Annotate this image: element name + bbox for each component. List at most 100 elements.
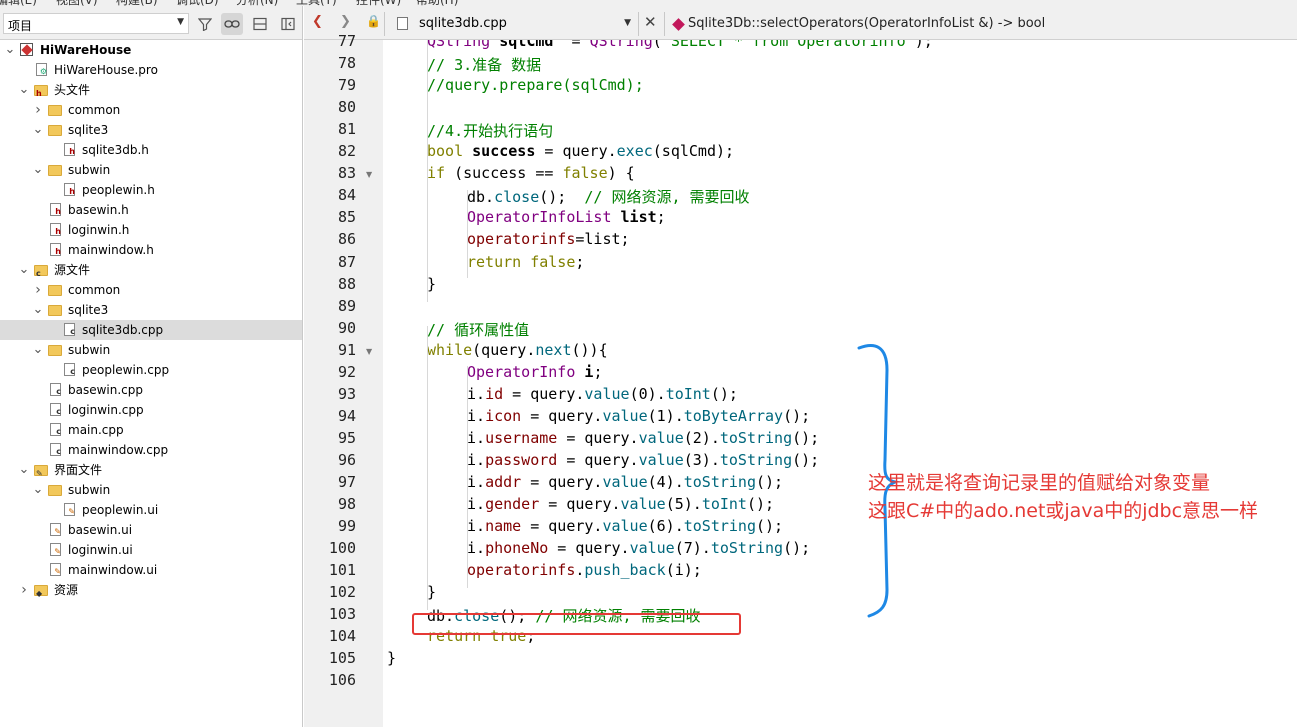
code-token: name [485,517,522,536]
split-icon[interactable] [249,13,271,35]
tree-item[interactable]: ⌄ subwin [0,160,302,180]
tree-item-label: main.cpp [68,423,124,437]
expand-arrow-icon[interactable]: ⌄ [32,160,44,180]
tree-item[interactable]: h loginwin.h [0,220,302,240]
expand-arrow-icon[interactable]: ⌄ [32,120,44,140]
code-token: (3). [683,450,720,469]
tree-item-label: 源文件 [54,263,91,277]
tree-item-label: sqlite3db.cpp [82,323,164,337]
tree-item[interactable]: ⌄ sqlite3 [0,300,302,320]
tree-item[interactable]: c basewin.cpp [0,380,302,400]
tree-item[interactable]: ✎ loginwin.ui [0,540,302,560]
line-number: 87 [337,252,356,271]
tree-item[interactable]: c peoplewin.cpp [0,360,302,380]
code-token: addr [485,473,522,491]
tree-item[interactable]: ⌄ subwin [0,340,302,360]
expand-arrow-icon[interactable]: ⌄ [18,260,30,280]
back-icon[interactable]: ❮ [312,14,323,29]
tree-item[interactable]: c sqlite3db.cpp [0,320,302,340]
folder-icon [48,125,62,136]
code-line: } [427,583,436,605]
code-token: // 网络资源, 需要回收 [584,188,750,207]
tree-item-label: subwin [68,343,111,357]
tree-item[interactable]: ⌄ sqlite3 [0,120,302,140]
open-file-selector[interactable]: sqlite3db.cpp ▼ [391,13,637,35]
tree-item-label: 界面文件 [54,463,103,477]
tree-item[interactable]: c main.cpp [0,420,302,440]
expand-arrow-icon[interactable]: ⌄ [4,40,16,60]
tree-item[interactable]: h sqlite3db.h [0,140,302,160]
code-line: if (success == false) { [427,164,635,186]
close-file-icon[interactable]: ✕ [644,13,657,31]
fold-arrow-icon[interactable]: ▼ [366,347,372,356]
expand-arrow-icon[interactable]: ⌄ [32,340,44,360]
collapse-arrow-icon[interactable]: › [32,100,44,120]
code-token: = [553,40,590,50]
code-token: i. [467,517,486,536]
tree-item[interactable]: h basewin.h [0,200,302,220]
tree-item[interactable]: ⌄ c 源文件 [0,260,302,280]
tree-item[interactable]: › common [0,280,302,300]
code-token: (1). [647,406,684,425]
forward-icon[interactable]: ❯ [340,14,351,29]
tree-item[interactable]: ✎ mainwindow.ui [0,560,302,580]
panel-selector[interactable]: 项目 ▼ [3,13,189,34]
code-token: ; [575,252,585,271]
code-token: username [485,428,558,447]
collapse-arrow-icon[interactable]: › [32,280,44,300]
folder-icon: ◆ [34,585,48,598]
code-token: value [638,428,684,447]
tree-item[interactable]: ⚙ HiWareHouse.pro [0,60,302,80]
expand-arrow-icon[interactable]: ⌄ [18,80,30,100]
code-token: = query. [521,517,603,536]
tree-item[interactable]: ⌄ h 头文件 [0,80,302,100]
ui-file-icon: ✎ [64,503,75,516]
tree-item-label: common [68,103,121,117]
document-icon [397,17,408,30]
fold-arrow-icon[interactable]: ▼ [366,170,372,179]
tree-item[interactable]: › ◆ 资源 [0,580,302,600]
tree-item[interactable]: c loginwin.cpp [0,400,302,420]
code-token: (query. [472,340,536,359]
toolbar-separator [638,12,639,36]
tree-item[interactable]: h peoplewin.h [0,180,302,200]
code-line: i.gender = query.value(5).toInt(); [467,495,774,517]
toolbar-separator [664,12,665,36]
line-number: 91 [337,340,356,359]
line-number-gutter: 77 78 79 80 81 82 83 ▼ 84 85 86 87 88 89 90 91 ▼ 92 93 94 95… [304,32,383,727]
code-line: while(query.next()){ [427,341,608,363]
tree-item[interactable]: ⌄ ✎ 界面文件 [0,460,302,480]
tree-item[interactable]: ⌄ HiWareHouse [0,40,302,60]
tree-item[interactable]: ✎ basewin.ui [0,520,302,540]
code-line: db.close(); // 网络资源, 需要回收 [467,186,750,208]
tree-item-label: mainwindow.cpp [68,443,169,457]
link-icon[interactable] [221,13,243,35]
tree-item[interactable]: › common [0,100,302,120]
code-line: //query.prepare(sqlCmd); [427,76,644,98]
code-token: i. [467,539,486,558]
line-number: 104 [328,627,356,646]
collapse-arrow-icon[interactable]: › [18,580,30,600]
code-token: (success == [445,164,563,183]
code-token: ) { [607,164,635,183]
tree-item[interactable]: c mainwindow.cpp [0,440,302,460]
chevron-down-icon: ▼ [624,18,631,28]
expand-arrow-icon[interactable]: ⌄ [18,460,30,480]
code-token: = query. [539,495,621,514]
expand-arrow-icon[interactable]: ⌄ [32,300,44,320]
code-token: phoneNo [485,539,549,558]
tree-item[interactable]: ⌄ subwin [0,480,302,500]
tree-item[interactable]: ✎ peoplewin.ui [0,500,302,520]
tree-item[interactable]: h mainwindow.h [0,240,302,260]
line-number: 80 [337,98,356,117]
expand-arrow-icon[interactable]: ⌄ [32,480,44,500]
code-token: (); [783,539,811,558]
tree-item-label: mainwindow.ui [68,563,158,577]
code-token: OperatorInfo [467,362,585,381]
symbol-selector[interactable]: Sqlite3Db::selectOperators(OperatorInfoL… [672,13,1172,35]
tree-item-label: mainwindow.h [68,243,154,257]
tree-item-label: loginwin.cpp [68,403,144,417]
code-token: toInt [665,384,711,403]
code-token: ( [652,40,662,50]
filter-icon[interactable] [194,13,216,35]
